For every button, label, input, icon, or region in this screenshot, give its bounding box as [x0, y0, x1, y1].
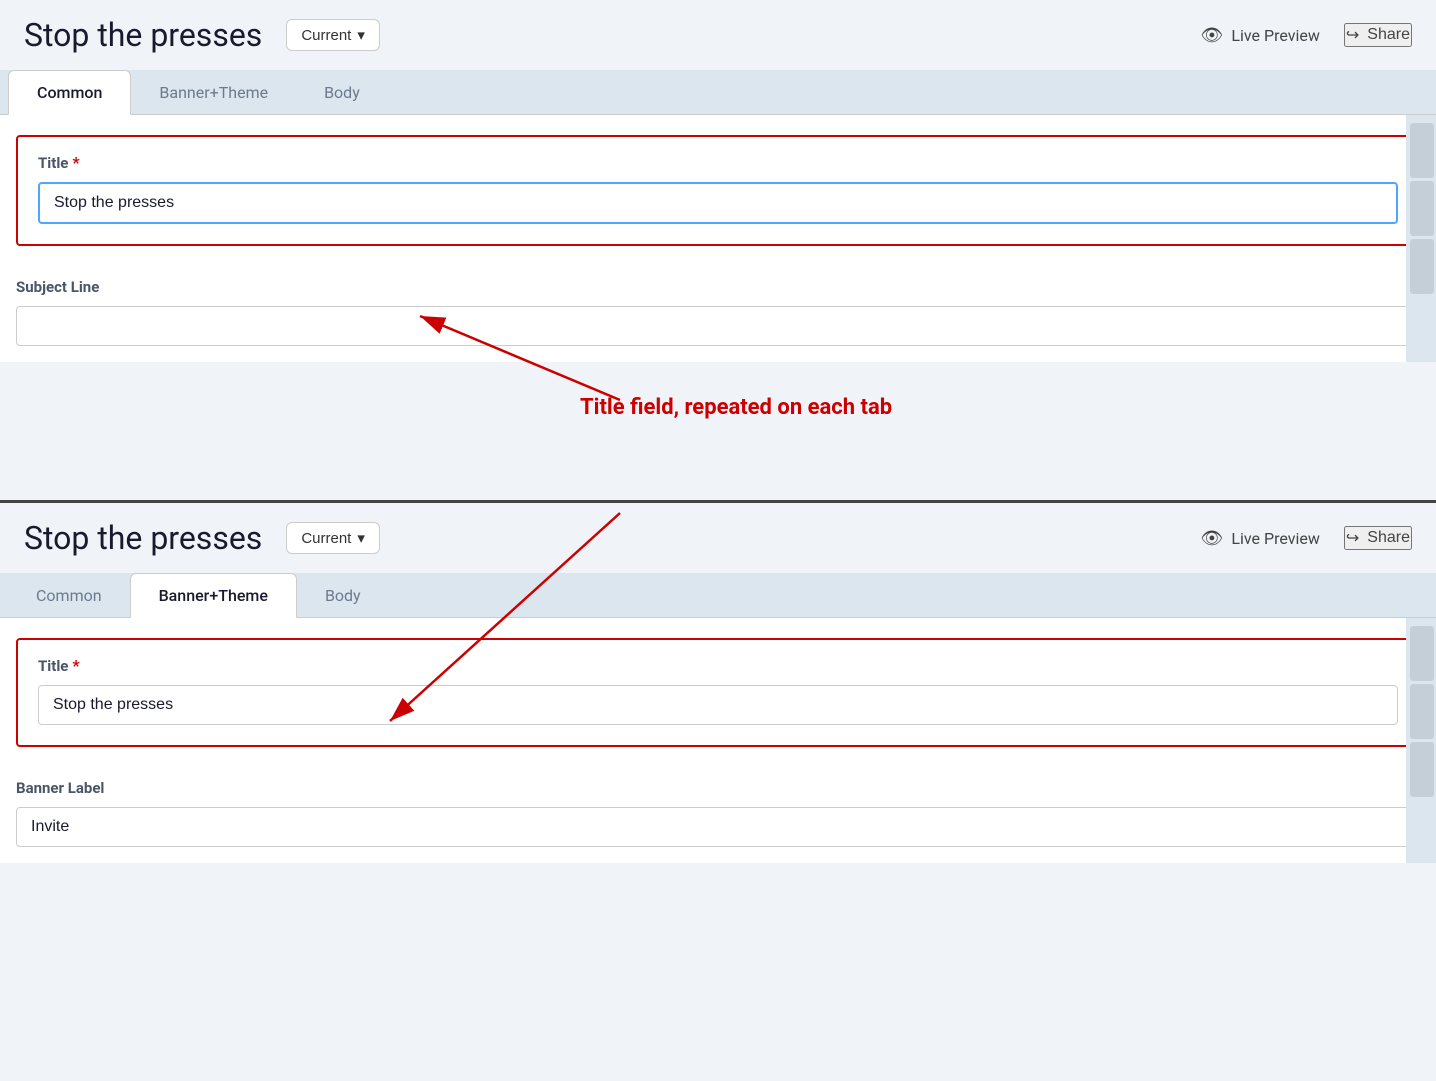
share-label-top: Share: [1367, 26, 1410, 44]
live-preview-button-top[interactable]: 👁 Live Preview: [1201, 25, 1320, 46]
chevron-down-icon-top: ▾: [357, 26, 365, 44]
tab-banner-theme-top[interactable]: Banner+Theme: [131, 71, 296, 114]
version-label-top: Current: [301, 27, 351, 44]
banner-label-input[interactable]: [16, 807, 1420, 847]
page-title-top: Stop the presses: [24, 16, 262, 54]
version-dropdown-bottom[interactable]: Current ▾: [286, 522, 380, 554]
eye-icon-top: 👁: [1201, 25, 1224, 46]
tab-common-bottom[interactable]: Common: [8, 574, 130, 617]
panel-wrapper: Stop the presses Current ▾ 👁 Live Previe…: [0, 0, 1436, 1081]
tab-body-top[interactable]: Body: [296, 71, 388, 114]
header-right-top: 👁 Live Preview ↪ Share: [1201, 23, 1412, 47]
bottom-panel: Stop the presses Current ▾ 👁 Live Previe…: [0, 500, 1436, 1081]
page-title-bottom: Stop the presses: [24, 519, 262, 557]
share-label-bottom: Share: [1367, 529, 1410, 547]
share-icon-top: ↪: [1346, 25, 1359, 45]
sidebar-stub-b3: [1410, 742, 1434, 797]
share-icon-bottom: ↪: [1346, 528, 1359, 548]
title-field-section-top: Title *: [16, 135, 1420, 246]
tab-body-bottom[interactable]: Body: [297, 574, 389, 617]
sidebar-stub-b2: [1410, 684, 1434, 739]
subject-line-section: Subject Line: [0, 262, 1436, 362]
annotation-text-top: Title field, repeated on each tab: [580, 395, 892, 420]
sidebar-stub-3: [1410, 239, 1434, 294]
sidebar-stub-b1: [1410, 626, 1434, 681]
sidebar-stub-1: [1410, 123, 1434, 178]
right-sidebar-bottom: [1406, 618, 1436, 863]
share-button-bottom[interactable]: ↪ Share: [1344, 526, 1412, 550]
title-required-bottom: *: [72, 656, 79, 675]
banner-label-section: Banner Label: [0, 763, 1436, 863]
title-field-section-bottom: Title *: [16, 638, 1420, 747]
tab-common-top[interactable]: Common: [8, 70, 131, 115]
bottom-header: Stop the presses Current ▾ 👁 Live Previe…: [0, 503, 1436, 573]
tab-banner-theme-bottom[interactable]: Banner+Theme: [130, 573, 297, 618]
tabs-top: Common Banner+Theme Body: [0, 70, 1436, 114]
title-label-bottom: Title *: [38, 656, 1398, 675]
eye-icon-bottom: 👁: [1201, 528, 1224, 549]
version-label-bottom: Current: [301, 530, 351, 547]
version-dropdown-top[interactable]: Current ▾: [286, 19, 380, 51]
right-sidebar-top: [1406, 115, 1436, 362]
subject-line-input[interactable]: [16, 306, 1420, 346]
live-preview-button-bottom[interactable]: 👁 Live Preview: [1201, 528, 1320, 549]
title-required-top: *: [72, 153, 79, 172]
top-header: Stop the presses Current ▾ 👁 Live Previe…: [0, 0, 1436, 70]
title-input-bottom[interactable]: [38, 685, 1398, 725]
sidebar-stub-2: [1410, 181, 1434, 236]
banner-label-label: Banner Label: [16, 779, 1420, 797]
subject-line-label: Subject Line: [16, 278, 1420, 296]
bottom-content-area: Title * Banner Label: [0, 617, 1436, 863]
top-content-area: Title * Subject Line: [0, 114, 1436, 362]
share-button-top[interactable]: ↪ Share: [1344, 23, 1412, 47]
chevron-down-icon-bottom: ▾: [357, 529, 365, 547]
title-input-top[interactable]: [38, 182, 1398, 224]
top-panel: Stop the presses Current ▾ 👁 Live Previe…: [0, 0, 1436, 500]
live-preview-label-bottom: Live Preview: [1231, 529, 1320, 548]
tabs-bottom: Common Banner+Theme Body: [0, 573, 1436, 617]
live-preview-label-top: Live Preview: [1231, 26, 1320, 45]
title-label-top: Title *: [38, 153, 1398, 172]
header-right-bottom: 👁 Live Preview ↪ Share: [1201, 526, 1412, 550]
